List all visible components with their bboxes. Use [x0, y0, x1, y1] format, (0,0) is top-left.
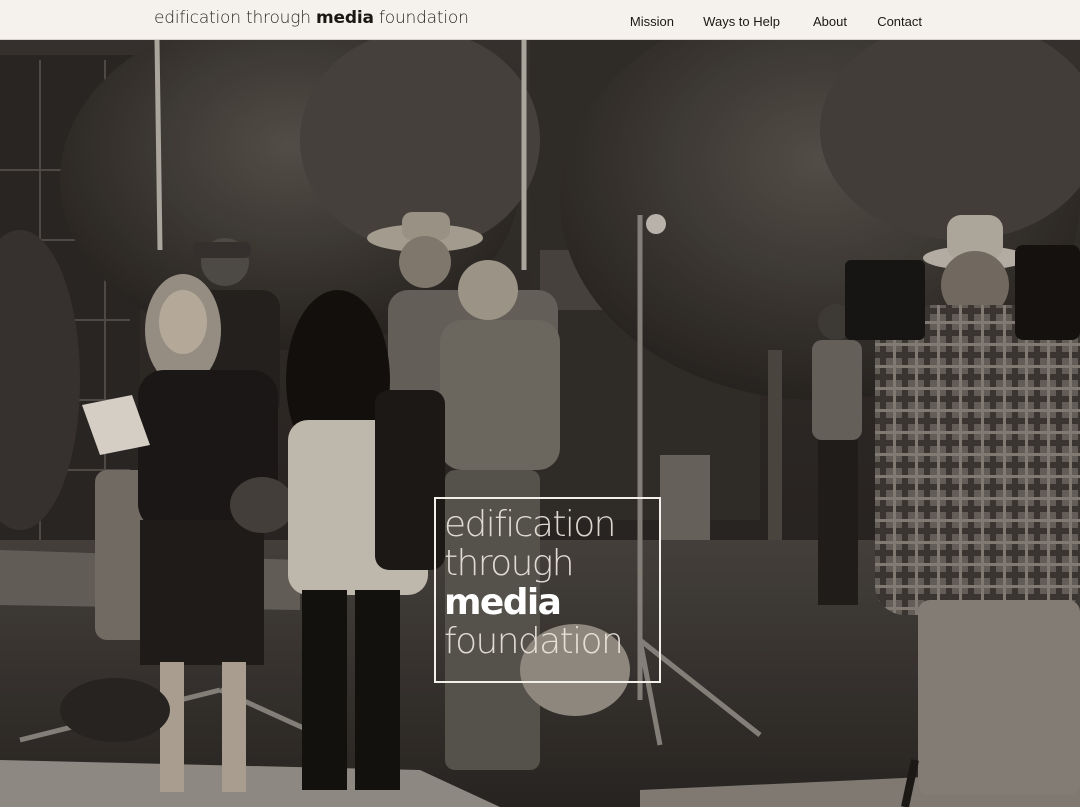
nav-item-contact[interactable]: Contact	[877, 14, 922, 29]
logo-line-3: media	[444, 582, 562, 623]
site-header: edification through media foundation Mis…	[0, 0, 1080, 40]
brand-text-1: edification through	[154, 8, 317, 28]
brand-text-2: media	[316, 8, 374, 28]
hero-background-photo	[0, 40, 1080, 807]
site-brand-link[interactable]: edification through media foundation	[154, 8, 469, 28]
nav-item-mission[interactable]: Mission	[630, 14, 674, 29]
logo-line-1: edification	[444, 504, 616, 545]
hero-banner: edification through media foundation	[0, 40, 1080, 807]
logo-line-4: foundation	[444, 621, 624, 662]
nav-item-about[interactable]: About	[813, 14, 847, 29]
brand-text-3: foundation	[373, 8, 469, 28]
nav-item-ways-to-help[interactable]: Ways to Help	[703, 14, 780, 29]
hero-logo: edification through media foundation	[434, 497, 661, 683]
logo-line-2: through	[444, 543, 575, 584]
